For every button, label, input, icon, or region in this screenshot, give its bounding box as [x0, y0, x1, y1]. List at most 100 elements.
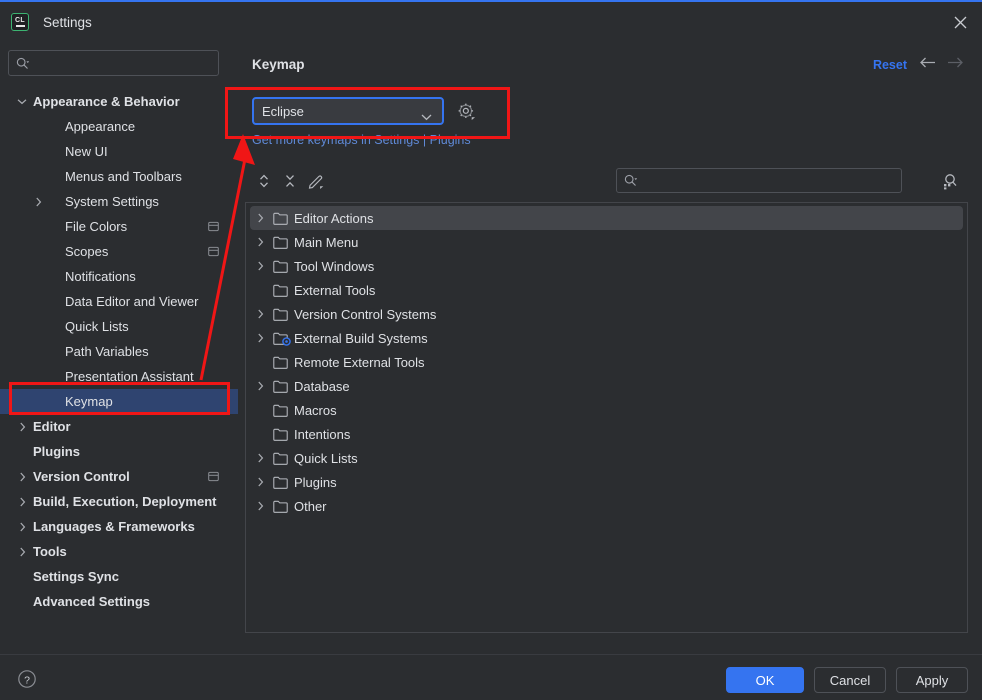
keymap-tree[interactable]: Editor Actions Main Menu Tool Windows Exter…	[245, 202, 968, 633]
tree-row-label: External Build Systems	[294, 330, 428, 346]
chevron-right-icon[interactable]	[14, 497, 30, 507]
tree-row[interactable]: Version Control Systems	[250, 302, 963, 326]
svg-text:?: ?	[24, 674, 30, 686]
sidebar-item-build-execution-deployment[interactable]: Build, Execution, Deployment	[0, 489, 238, 514]
chevron-right-icon[interactable]	[250, 477, 270, 487]
window-title: Settings	[43, 14, 92, 30]
find-by-shortcut-icon[interactable]	[938, 169, 962, 193]
sidebar-item-notifications[interactable]: Notifications	[0, 264, 238, 289]
sidebar-item-file-colors[interactable]: File Colors	[0, 214, 238, 239]
project-scope-badge-icon	[208, 219, 219, 234]
dialog-footer: ? OK Cancel Apply	[0, 654, 982, 700]
tree-row[interactable]: Main Menu	[250, 230, 963, 254]
sidebar-item-system-settings[interactable]: System Settings	[0, 189, 238, 214]
close-icon[interactable]	[946, 8, 974, 36]
help-icon[interactable]: ?	[16, 668, 38, 690]
tree-row[interactable]: Quick Lists	[250, 446, 963, 470]
sidebar-item-label: System Settings	[65, 194, 159, 209]
tree-row[interactable]: External Build Systems	[250, 326, 963, 350]
sidebar-item-path-variables[interactable]: Path Variables	[0, 339, 238, 364]
sidebar-item-new-ui[interactable]: New UI	[0, 139, 238, 164]
app-icon-underline	[15, 25, 25, 27]
folder-icon	[270, 380, 290, 393]
reset-link[interactable]: Reset	[873, 58, 907, 72]
chevron-right-icon[interactable]	[250, 237, 270, 247]
tree-row[interactable]: Tool Windows	[250, 254, 963, 278]
page-title: Keymap	[252, 57, 305, 72]
keymap-selector-row: Eclipse	[252, 97, 478, 125]
settings-dialog: CL Settings Appearance & Behavior Appeara…	[0, 0, 982, 700]
tree-row-label: Main Menu	[294, 234, 359, 250]
sidebar-item-settings-sync[interactable]: Settings Sync	[0, 564, 238, 589]
chevron-right-icon[interactable]	[250, 381, 270, 391]
chevron-right-icon[interactable]	[250, 333, 270, 343]
tree-row[interactable]: Intentions	[250, 422, 963, 446]
sidebar-item-label: File Colors	[65, 219, 128, 234]
collapse-all-icon[interactable]	[278, 169, 302, 193]
chevron-right-icon[interactable]	[14, 522, 30, 532]
tree-row[interactable]: Database	[250, 374, 963, 398]
sidebar-item-advanced-settings[interactable]: Advanced Settings	[0, 589, 238, 614]
tree-row-label: Version Control Systems	[294, 306, 437, 322]
title-bar: CL Settings	[0, 2, 982, 42]
tree-row-label: Database	[294, 378, 350, 394]
folder-icon	[270, 404, 290, 417]
chevron-down-icon[interactable]	[14, 98, 30, 105]
chevron-right-icon[interactable]	[14, 472, 30, 482]
get-more-keymaps-link[interactable]: Get more keymaps in Settings | Plugins	[252, 133, 471, 147]
sidebar-item-languages-frameworks[interactable]: Languages & Frameworks	[0, 514, 238, 539]
tree-row[interactable]: Editor Actions	[250, 206, 963, 230]
sidebar-item-presentation-assistant[interactable]: Presentation Assistant	[0, 364, 238, 389]
sidebar-item-data-editor-and-viewer[interactable]: Data Editor and Viewer	[0, 289, 238, 314]
chevron-right-icon[interactable]	[250, 261, 270, 271]
tree-row[interactable]: Remote External Tools	[250, 350, 963, 374]
sidebar-item-keymap[interactable]: Keymap	[0, 389, 238, 414]
tree-row[interactable]: Macros	[250, 398, 963, 422]
pencil-edit-icon[interactable]	[304, 169, 328, 193]
chevron-right-icon[interactable]	[250, 453, 270, 463]
ok-button[interactable]: OK	[726, 667, 804, 693]
sidebar-item-appearance-behavior[interactable]: Appearance & Behavior	[0, 89, 238, 114]
sidebar-item-label: Appearance	[65, 119, 136, 134]
sidebar-item-label: Keymap	[65, 394, 113, 409]
sidebar-item-menus-and-toolbars[interactable]: Menus and Toolbars	[0, 164, 238, 189]
sidebar-item-label: Menus and Toolbars	[65, 169, 182, 184]
folder-icon	[270, 356, 290, 369]
tree-row-label: Quick Lists	[294, 450, 358, 466]
sidebar-item-scopes[interactable]: Scopes	[0, 239, 238, 264]
chevron-right-icon[interactable]	[14, 422, 30, 432]
sidebar-item-quick-lists[interactable]: Quick Lists	[0, 314, 238, 339]
project-scope-badge-icon	[208, 244, 219, 259]
folder-icon	[270, 500, 290, 513]
keymap-select-value: Eclipse	[262, 103, 304, 119]
sidebar-item-version-control[interactable]: Version Control	[0, 464, 238, 489]
tree-row[interactable]: External Tools	[250, 278, 963, 302]
keymap-search-input[interactable]	[616, 168, 902, 193]
apply-button[interactable]: Apply	[896, 667, 968, 693]
cancel-button[interactable]: Cancel	[814, 667, 886, 693]
sidebar-item-appearance[interactable]: Appearance	[0, 114, 238, 139]
folder-icon	[270, 260, 290, 273]
sidebar-item-tools[interactable]: Tools	[0, 539, 238, 564]
arrow-left-icon[interactable]	[919, 56, 936, 74]
chevron-right-icon[interactable]	[250, 309, 270, 319]
clion-icon: CL	[11, 13, 29, 31]
sidebar-item-label: Presentation Assistant	[65, 369, 194, 384]
tree-row[interactable]: Plugins	[250, 470, 963, 494]
expand-all-icon[interactable]	[252, 169, 276, 193]
chevron-right-icon[interactable]	[250, 213, 270, 223]
chevron-right-icon[interactable]	[250, 501, 270, 511]
keymap-settings-gear-icon[interactable]	[454, 99, 478, 123]
keymap-select[interactable]: Eclipse	[252, 97, 444, 125]
sidebar-item-plugins[interactable]: Plugins	[0, 439, 238, 464]
nav-arrows	[919, 56, 964, 74]
chevron-right-icon[interactable]	[14, 547, 30, 557]
keymap-panel: Keymap Reset Eclipse Get more keymaps in…	[238, 42, 982, 654]
sidebar-item-label: Version Control	[33, 469, 130, 484]
search-input[interactable]	[8, 50, 219, 76]
settings-sidebar: Appearance & Behavior Appearance New UI Men…	[0, 42, 238, 654]
chevron-right-icon[interactable]	[30, 197, 46, 207]
sidebar-item-label: Scopes	[65, 244, 109, 259]
sidebar-item-editor[interactable]: Editor	[0, 414, 238, 439]
tree-row[interactable]: Other	[250, 494, 963, 518]
